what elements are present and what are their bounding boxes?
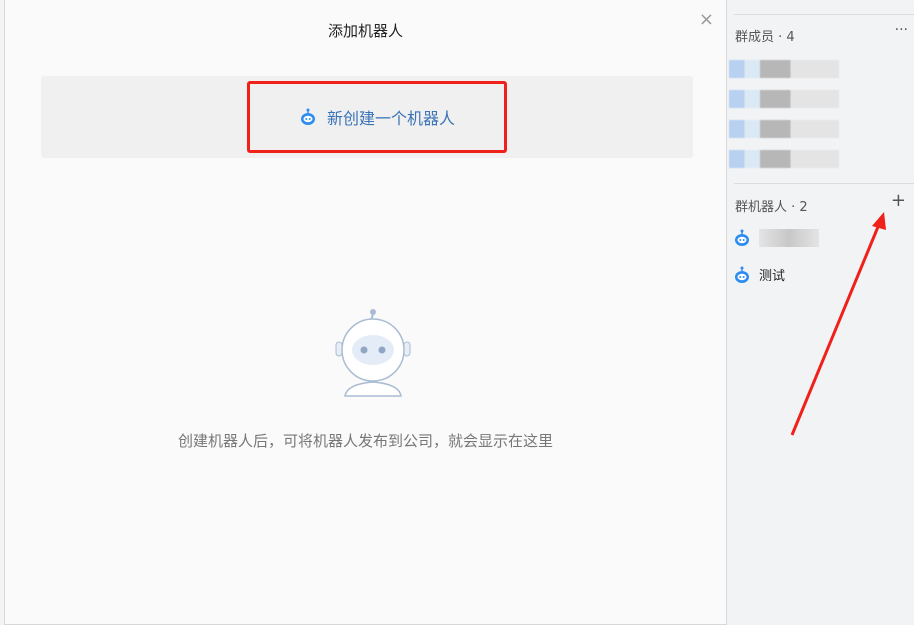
robot-name: 测试 <box>759 269 786 284</box>
close-icon[interactable]: × <box>699 9 714 30</box>
more-icon[interactable]: ··· <box>895 22 908 38</box>
new-robot-bar: 新创建一个机器人 <box>41 76 693 158</box>
robot-item[interactable]: 测试 <box>733 265 785 284</box>
divider <box>734 14 914 15</box>
robots-heading: 群机器人 · 2 <box>735 200 808 215</box>
robot-item[interactable] <box>733 229 819 247</box>
robot-name-blurred <box>759 229 819 247</box>
create-robot-label: 新创建一个机器人 <box>326 109 455 128</box>
group-sidebar: 群成员 · 4 ··· 群机器人 · 2 + 测试 <box>727 0 914 625</box>
empty-state-text: 创建机器人后，可将机器人发布到公司，就会显示在这里 <box>177 432 553 450</box>
divider <box>734 183 914 184</box>
robot-icon <box>300 108 315 125</box>
dialog-title: 添加机器人 <box>327 22 403 40</box>
member-item[interactable] <box>729 90 839 108</box>
robot-illustration <box>335 309 411 397</box>
create-robot-button[interactable]: 新创建一个机器人 <box>247 81 507 153</box>
robot-icon <box>735 229 749 246</box>
add-robot-icon[interactable]: + <box>891 190 906 211</box>
member-item[interactable] <box>729 60 839 78</box>
add-robot-dialog: 添加机器人 × 新创建一个机器人 创建机器人后，可将机器人发布到公司，就会显示在… <box>4 0 727 625</box>
member-item[interactable] <box>729 120 839 138</box>
robot-icon <box>735 266 749 283</box>
members-heading: 群成员 · 4 <box>735 30 795 45</box>
member-item[interactable] <box>729 150 839 168</box>
